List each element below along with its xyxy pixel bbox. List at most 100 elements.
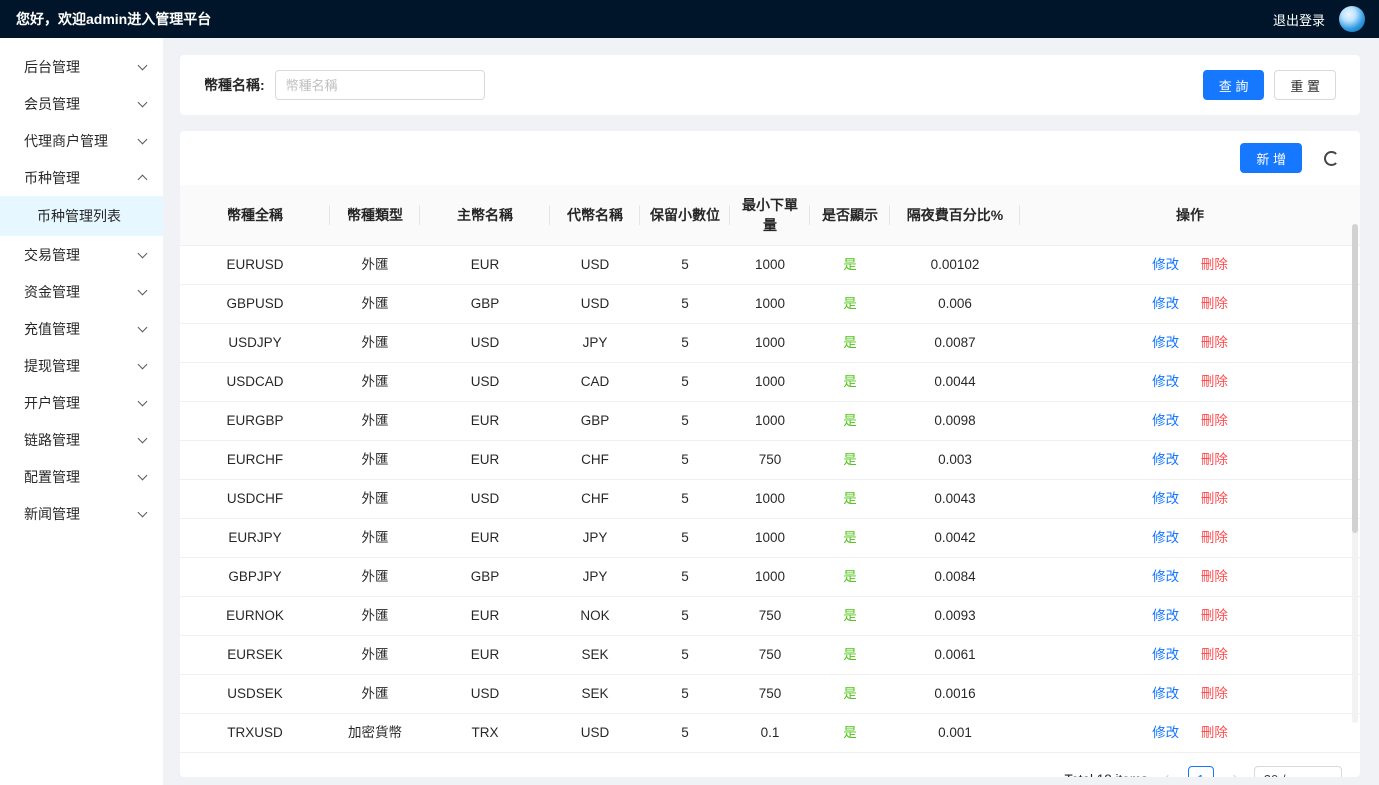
cell-overnight-fee: 0.003 — [890, 441, 1020, 480]
cell-base-currency: USD — [420, 324, 550, 363]
sidebar-item-config[interactable]: 配置管理 — [0, 458, 163, 495]
delete-link[interactable]: 刪除 — [1201, 530, 1228, 545]
delete-link[interactable]: 刪除 — [1201, 725, 1228, 740]
reset-button[interactable]: 重 置 — [1274, 70, 1336, 100]
delete-link[interactable]: 刪除 — [1201, 569, 1228, 584]
edit-link[interactable]: 修改 — [1152, 608, 1179, 623]
prev-page-button[interactable] — [1157, 767, 1179, 777]
chevron-down-icon — [138, 359, 148, 369]
cell-symbol: EURGBP — [180, 402, 330, 441]
cell-decimals: 5 — [640, 246, 730, 285]
sidebar-item-account[interactable]: 开户管理 — [0, 384, 163, 421]
sidebar-item-withdraw[interactable]: 提现管理 — [0, 347, 163, 384]
cell-type: 加密貨幣 — [330, 714, 420, 753]
cell-decimals: 5 — [640, 285, 730, 324]
column-header: 隔夜費百分比% — [890, 185, 1020, 246]
cell-base-currency: USD — [420, 480, 550, 519]
sidebar-menu: 后台管理 会员管理 代理商户管理 币种管理 币种管理列表 交易管理 资金管理 充… — [0, 38, 163, 785]
edit-link[interactable]: 修改 — [1152, 686, 1179, 701]
edit-link[interactable]: 修改 — [1152, 296, 1179, 311]
search-card: 幣種名稱: 查 詢 重 置 — [180, 55, 1360, 115]
sidebar-item-deposit[interactable]: 充值管理 — [0, 310, 163, 347]
edit-link[interactable]: 修改 — [1152, 569, 1179, 584]
top-bar: 您好，欢迎admin进入管理平台 退出登录 — [0, 0, 1379, 38]
sidebar-item-backend[interactable]: 后台管理 — [0, 48, 163, 85]
cell-visible: 是 — [810, 519, 890, 558]
scrollbar-thumb[interactable] — [1352, 224, 1358, 533]
sidebar-item-members[interactable]: 会员管理 — [0, 85, 163, 122]
search-button[interactable]: 查 詢 — [1203, 70, 1265, 100]
sidebar-item-funds[interactable]: 资金管理 — [0, 273, 163, 310]
cell-base-currency: EUR — [420, 441, 550, 480]
cell-actions: 修改 刪除 — [1020, 558, 1360, 597]
edit-link[interactable]: 修改 — [1152, 374, 1179, 389]
delete-link[interactable]: 刪除 — [1201, 608, 1228, 623]
sidebar-subitem-label: 币种管理列表 — [37, 206, 121, 226]
cell-visible: 是 — [810, 285, 890, 324]
refresh-icon — [1324, 151, 1339, 166]
add-button[interactable]: 新 增 — [1240, 143, 1302, 173]
cell-base-currency: EUR — [420, 402, 550, 441]
page-size-select[interactable]: 20 / page — [1254, 766, 1342, 777]
sidebar-item-trade[interactable]: 交易管理 — [0, 236, 163, 273]
edit-link[interactable]: 修改 — [1152, 452, 1179, 467]
chevron-down-icon — [138, 507, 148, 517]
sidebar-item-currency[interactable]: 币种管理 — [0, 159, 163, 196]
delete-link[interactable]: 刪除 — [1201, 491, 1228, 506]
cell-actions: 修改 刪除 — [1020, 597, 1360, 636]
delete-link[interactable]: 刪除 — [1201, 335, 1228, 350]
cell-actions: 修改 刪除 — [1020, 636, 1360, 675]
cell-min-order: 1000 — [730, 246, 810, 285]
cell-overnight-fee: 0.001 — [890, 714, 1020, 753]
cell-base-currency: EUR — [420, 519, 550, 558]
table-card: 新 增 幣種全稱幣種類型主幣名稱代幣名稱保留小數位最小下單量是否顯示隔夜費百分比… — [180, 131, 1360, 777]
edit-link[interactable]: 修改 — [1152, 335, 1179, 350]
delete-link[interactable]: 刪除 — [1201, 296, 1228, 311]
sidebar-subitem-currency-list[interactable]: 币种管理列表 — [0, 196, 163, 236]
edit-link[interactable]: 修改 — [1152, 257, 1179, 272]
delete-link[interactable]: 刪除 — [1201, 647, 1228, 662]
sidebar-item-agents[interactable]: 代理商户管理 — [0, 122, 163, 159]
cell-type: 外匯 — [330, 558, 420, 597]
currency-name-label: 幣種名稱: — [204, 75, 265, 95]
column-header: 操作 — [1020, 185, 1360, 246]
logout-button[interactable]: 退出登录 — [1273, 10, 1325, 29]
edit-link[interactable]: 修改 — [1152, 413, 1179, 428]
cell-base-currency: GBP — [420, 558, 550, 597]
column-header: 保留小數位 — [640, 185, 730, 246]
page-number-button[interactable]: 1 — [1188, 766, 1214, 777]
cell-symbol: GBPJPY — [180, 558, 330, 597]
cell-visible: 是 — [810, 480, 890, 519]
cell-type: 外匯 — [330, 363, 420, 402]
cell-type: 外匯 — [330, 441, 420, 480]
sidebar-item-news[interactable]: 新闻管理 — [0, 495, 163, 532]
next-page-button[interactable] — [1223, 767, 1245, 777]
edit-link[interactable]: 修改 — [1152, 530, 1179, 545]
delete-link[interactable]: 刪除 — [1201, 413, 1228, 428]
cell-base-currency: EUR — [420, 636, 550, 675]
refresh-button[interactable] — [1316, 143, 1346, 173]
delete-link[interactable]: 刪除 — [1201, 374, 1228, 389]
cell-quote-currency: USD — [550, 285, 640, 324]
chevron-down-icon — [138, 433, 148, 443]
cell-overnight-fee: 0.0098 — [890, 402, 1020, 441]
currency-name-input[interactable] — [275, 70, 485, 100]
edit-link[interactable]: 修改 — [1152, 725, 1179, 740]
cell-overnight-fee: 0.0084 — [890, 558, 1020, 597]
delete-link[interactable]: 刪除 — [1201, 257, 1228, 272]
cell-min-order: 1000 — [730, 402, 810, 441]
cell-base-currency: USD — [420, 363, 550, 402]
edit-link[interactable]: 修改 — [1152, 647, 1179, 662]
cell-quote-currency: SEK — [550, 636, 640, 675]
avatar[interactable] — [1339, 6, 1365, 32]
table-scrollbar — [1352, 224, 1358, 723]
delete-link[interactable]: 刪除 — [1201, 452, 1228, 467]
cell-visible: 是 — [810, 324, 890, 363]
sidebar-item-links[interactable]: 链路管理 — [0, 421, 163, 458]
edit-link[interactable]: 修改 — [1152, 491, 1179, 506]
table-body: EURUSD 外匯 EUR USD 5 1000 是 0.00102 修改 刪除… — [180, 246, 1360, 753]
cell-actions: 修改 刪除 — [1020, 441, 1360, 480]
chevron-down-icon — [138, 97, 148, 107]
delete-link[interactable]: 刪除 — [1201, 686, 1228, 701]
cell-base-currency: GBP — [420, 285, 550, 324]
